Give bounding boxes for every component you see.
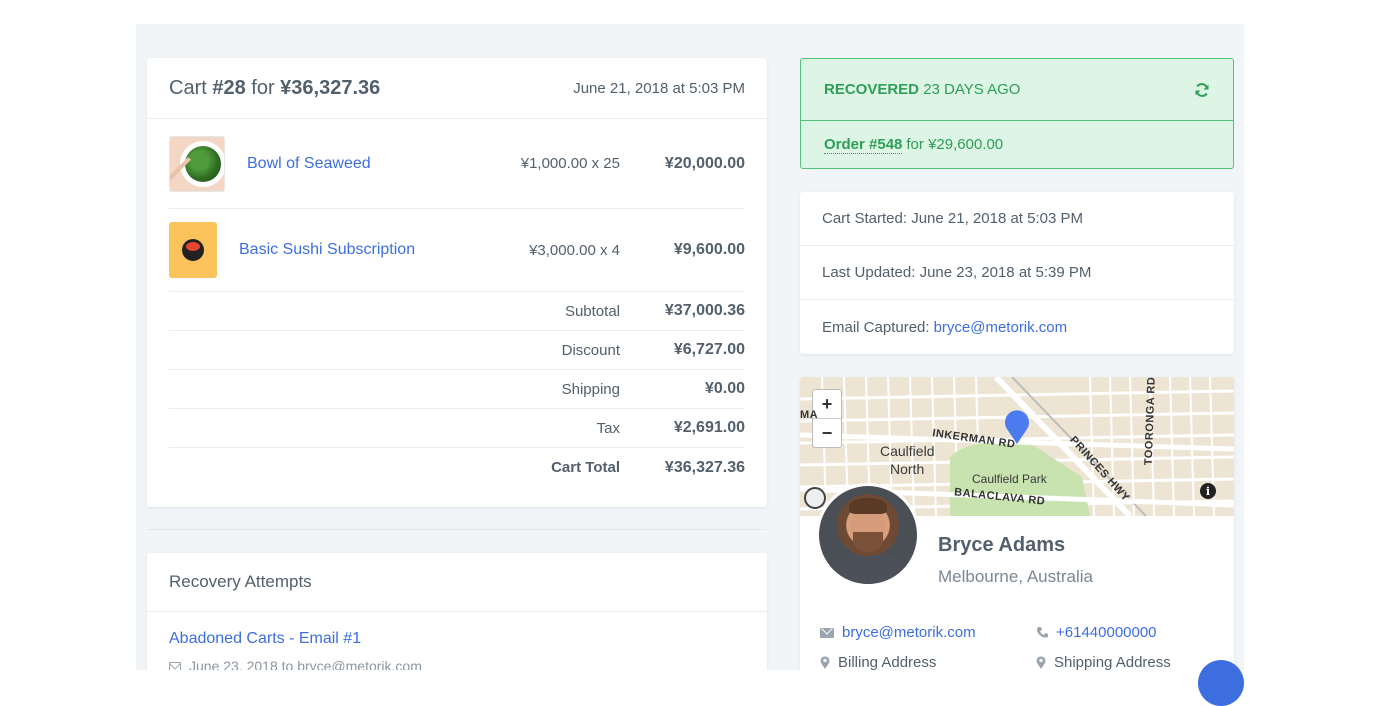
summary-value: ¥0.00 xyxy=(704,380,745,397)
customer-avatar xyxy=(816,483,920,587)
summary-label: Discount xyxy=(561,341,620,359)
cart-header: Cart #28 for ¥36,327.36 June 21, 2018 at… xyxy=(147,58,767,119)
map-label-suburb: North xyxy=(890,461,925,477)
customer-email-row: bryce@metorik.com xyxy=(820,624,976,641)
section-divider xyxy=(147,529,767,530)
shipping-address-row[interactable]: Shipping Address xyxy=(1036,654,1171,670)
map-label-suburb: Caulfield xyxy=(880,443,935,459)
map-info-icon[interactable]: i xyxy=(1200,483,1216,499)
summary-row-cart-total: Cart Total ¥36,327.36 xyxy=(169,448,745,487)
map-road-label: MA xyxy=(800,409,819,421)
recovery-attempts-heading: Recovery Attempts xyxy=(147,553,767,612)
recovered-status-panel: RECOVERED 23 DAYS AGO Order #548 for ¥29… xyxy=(800,58,1234,169)
summary-value: ¥2,691.00 xyxy=(673,419,745,436)
cart-title: Cart #28 for ¥36,327.36 xyxy=(169,76,381,99)
map-location-pin[interactable] xyxy=(1004,409,1030,445)
cart-meta-card: Cart Started: June 21, 2018 at 5:03 PM L… xyxy=(800,192,1234,354)
billing-address-label: Billing Address xyxy=(838,654,937,670)
summary-value: ¥37,000.36 xyxy=(664,302,745,319)
summary-value: ¥6,727.00 xyxy=(673,341,745,358)
cart-date: June 21, 2018 at 5:03 PM xyxy=(573,79,745,97)
cart-item-row: Basic Sushi Subscription ¥3,000.00 x 4 ¥… xyxy=(169,209,745,292)
summary-row-shipping: Shipping ¥0.00 xyxy=(169,370,745,409)
summary-label: Cart Total xyxy=(551,459,620,476)
cart-card: Cart #28 for ¥36,327.36 June 21, 2018 at… xyxy=(147,58,767,507)
recovered-status-label: RECOVERED 23 DAYS AGO xyxy=(824,81,1021,98)
item-quantity: ¥3,000.00 x 4 xyxy=(529,241,620,259)
map-marker-icon xyxy=(1036,656,1046,669)
recovery-email-detail: June 23, 2018 to bryce@metorik.com xyxy=(169,658,422,670)
phone-icon xyxy=(1036,626,1048,640)
recovered-status-header: RECOVERED 23 DAYS AGO xyxy=(801,59,1233,121)
email-captured-row: Email Captured: bryce@metorik.com xyxy=(822,318,1068,336)
product-link-sushi[interactable]: Basic Sushi Subscription xyxy=(239,241,480,259)
product-thumbnail-seaweed[interactable] xyxy=(169,135,225,192)
customer-location: Melbourne, Australia xyxy=(938,567,1093,586)
recovered-order-row: Order #548 for ¥29,600.00 xyxy=(801,121,1233,168)
summary-row-discount: Discount ¥6,727.00 xyxy=(169,331,745,370)
cart-started-row: Cart Started: June 21, 2018 at 5:03 PM xyxy=(800,192,1234,246)
summary-label: Shipping xyxy=(561,380,620,398)
chat-launcher-button[interactable] xyxy=(1198,660,1244,706)
shipping-address-label: Shipping Address xyxy=(1054,654,1171,670)
customer-card: + − Caulfield North Caulfield Park INKER… xyxy=(800,377,1234,670)
zoom-out-button[interactable]: − xyxy=(813,419,841,448)
summary-value: ¥36,327.36 xyxy=(664,458,745,476)
cart-item-row: Bowl of Seaweed ¥1,000.00 x 25 ¥20,000.0… xyxy=(169,119,745,209)
last-updated-row: Last Updated: June 23, 2018 at 5:39 PM xyxy=(800,246,1234,300)
recovered-order-link[interactable]: Order #548 xyxy=(824,136,903,154)
summary-label: Tax xyxy=(596,419,620,437)
customer-name: Bryce Adams xyxy=(938,534,1066,556)
customer-email-link[interactable]: bryce@metorik.com xyxy=(842,624,976,641)
item-total: ¥20,000.00 xyxy=(664,154,745,172)
summary-row-subtotal: Subtotal ¥37,000.36 xyxy=(169,292,745,331)
product-link-seaweed[interactable]: Bowl of Seaweed xyxy=(247,155,480,173)
customer-phone-row: +61440000000 xyxy=(1036,624,1157,641)
map-label-park: Caulfield Park xyxy=(972,472,1047,486)
page-frame: Cart #28 for ¥36,327.36 June 21, 2018 at… xyxy=(136,24,1244,670)
summary-label: Subtotal xyxy=(564,302,620,320)
envelope-icon xyxy=(169,661,181,670)
item-total: ¥9,600.00 xyxy=(673,241,745,258)
summary-row-tax: Tax ¥2,691.00 xyxy=(169,409,745,448)
recovery-attempts-card: Recovery Attempts Abadoned Carts - Email… xyxy=(147,553,767,670)
item-quantity: ¥1,000.00 x 25 xyxy=(520,155,620,172)
billing-address-row[interactable]: Billing Address xyxy=(820,654,936,670)
captured-email-link[interactable]: bryce@metorik.com xyxy=(934,319,1068,336)
map-marker-icon xyxy=(820,656,830,669)
map-compass-icon[interactable] xyxy=(804,487,826,509)
recovery-email-link[interactable]: Abadoned Carts - Email #1 xyxy=(169,630,361,648)
customer-phone-link[interactable]: +61440000000 xyxy=(1056,624,1157,641)
refresh-icon[interactable] xyxy=(1194,82,1210,98)
recovered-order-amount: for ¥29,600.00 xyxy=(906,136,1004,153)
product-thumbnail-sushi[interactable] xyxy=(169,222,217,278)
envelope-icon xyxy=(820,627,834,638)
